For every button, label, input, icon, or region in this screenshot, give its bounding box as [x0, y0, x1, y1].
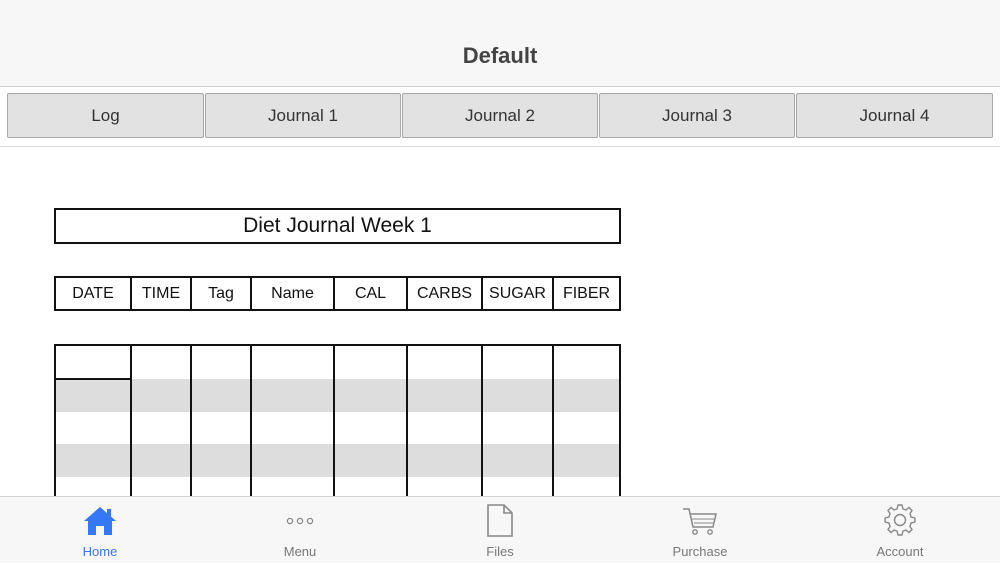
column-header-carbs: CARBS	[406, 276, 483, 311]
nav-header: Default	[0, 0, 1000, 87]
nav-files[interactable]: Files	[440, 497, 560, 564]
column-divider	[333, 346, 335, 496]
page-title: Default	[462, 43, 538, 68]
file-icon	[487, 504, 513, 537]
nav-account-label: Account	[876, 544, 924, 559]
nav-account[interactable]: Account	[840, 497, 960, 564]
nav-menu[interactable]: Menu	[240, 497, 360, 564]
cart-icon	[683, 508, 717, 535]
tab-journal-1[interactable]: Journal 1	[205, 93, 401, 138]
nav-home-label: Home	[82, 544, 118, 559]
column-header-name: Name	[250, 276, 335, 311]
date-cell-divider	[56, 378, 132, 380]
column-header-cal: CAL	[333, 276, 408, 311]
nav-home[interactable]: Home	[40, 497, 160, 564]
row-band	[56, 444, 619, 477]
gear-icon	[884, 504, 916, 536]
tab-log[interactable]: Log	[7, 93, 204, 138]
home-icon	[84, 507, 116, 535]
tab-journal-4[interactable]: Journal 4	[796, 93, 993, 138]
journal-entry-grid[interactable]	[54, 344, 621, 496]
nav-files-label: Files	[486, 544, 514, 559]
row-band	[56, 379, 619, 412]
column-divider	[130, 346, 132, 496]
nav-menu-label: Menu	[283, 544, 317, 559]
tab-bar: Log Journal 1 Journal 2 Journal 3 Journa…	[0, 87, 1000, 147]
tab-journal-3[interactable]: Journal 3	[599, 93, 795, 138]
column-divider	[406, 346, 408, 496]
column-header-fiber: FIBER	[552, 276, 621, 311]
column-divider	[481, 346, 483, 496]
more-icon	[286, 517, 314, 525]
column-divider	[190, 346, 192, 496]
column-divider	[552, 346, 554, 496]
column-header-tag: Tag	[190, 276, 252, 311]
column-divider	[250, 346, 252, 496]
tab-journal-2[interactable]: Journal 2	[402, 93, 598, 138]
bottom-tab-bar: Home Menu Files Purchase Account	[0, 496, 1000, 563]
column-header-time: TIME	[130, 276, 192, 311]
nav-purchase[interactable]: Purchase	[640, 497, 760, 564]
column-header-date: DATE	[54, 276, 132, 311]
journal-title: Diet Journal Week 1	[54, 208, 621, 244]
nav-purchase-label: Purchase	[672, 544, 728, 559]
column-header-sugar: SUGAR	[481, 276, 554, 311]
